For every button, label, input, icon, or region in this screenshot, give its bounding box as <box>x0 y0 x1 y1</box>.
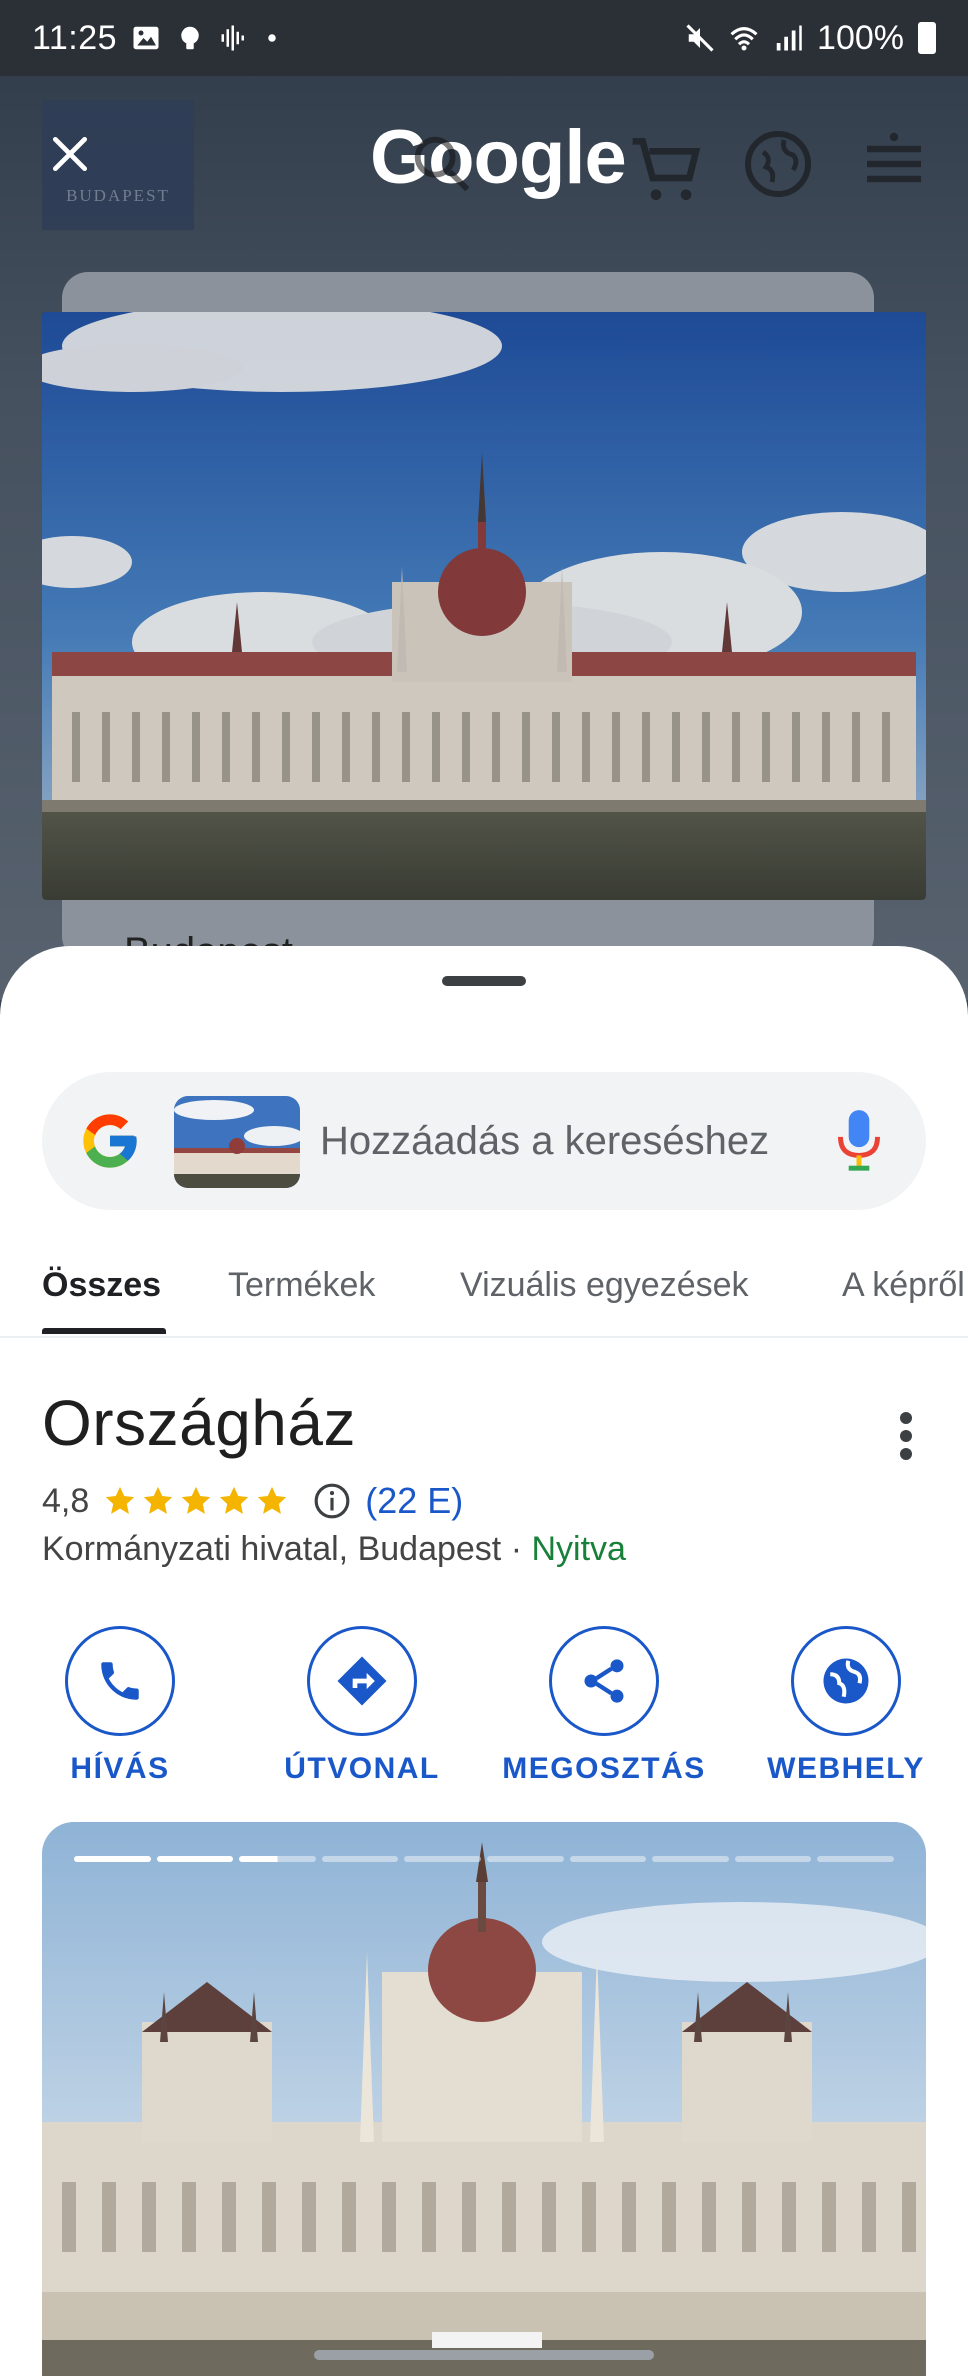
share-button[interactable]: MEGOSZTÁS <box>494 1626 714 1796</box>
website-button[interactable]: WEBHELY <box>736 1626 956 1796</box>
photo-dim-overlay <box>42 312 926 900</box>
website-globe-icon <box>823 1658 869 1704</box>
battery-percent: 100% <box>817 18 904 57</box>
mute-icon <box>686 24 714 52</box>
call-label: HÍVÁS <box>70 1752 170 1785</box>
tab-about-image[interactable]: A képről <box>842 1266 965 1305</box>
gallery-progress-segment <box>652 1856 729 1862</box>
status-bar: 11:25 100% <box>0 0 968 76</box>
place-meta: Kormányzati hivatal, Budapest · Nyitva <box>42 1530 626 1569</box>
star-icon <box>106 1486 135 1514</box>
tab-products[interactable]: Termékek <box>228 1266 375 1305</box>
gallery-progress-segment <box>734 1856 812 1862</box>
mic-icon[interactable] <box>834 1106 884 1176</box>
open-status: Nyitva <box>531 1530 626 1568</box>
more-options-icon[interactable] <box>886 1406 926 1466</box>
gallery-progress-segment <box>404 1856 481 1862</box>
menu-icon <box>867 132 921 183</box>
share-button-circle[interactable] <box>549 1626 659 1736</box>
gallery-progress-segment <box>74 1856 151 1862</box>
star-icon <box>144 1486 173 1514</box>
gallery-progress-segment <box>817 1856 894 1862</box>
share-icon <box>584 1659 624 1703</box>
voice-wave-icon <box>221 25 245 51</box>
results-sheet: Összes Termékek Vizuális egyezések A kép… <box>0 946 968 2376</box>
search-input[interactable] <box>320 1108 790 1174</box>
gallery-progress-segment <box>321 1856 399 1862</box>
gallery-progress-segment <box>486 1856 564 1862</box>
star-icon <box>258 1486 287 1514</box>
search-image-thumbnail[interactable] <box>174 1096 300 1188</box>
status-time: 11:25 <box>32 18 118 57</box>
rating-stars <box>103 1484 289 1518</box>
active-tab-indicator <box>42 1328 166 1334</box>
signal-icon <box>776 25 802 51</box>
place-title: Országház <box>42 1387 356 1459</box>
gallery-progress-segment <box>239 1856 316 1862</box>
review-count-link[interactable]: (22 E) <box>365 1480 463 1522</box>
call-button[interactable]: HÍVÁS <box>10 1626 230 1796</box>
phone-icon <box>101 1662 139 1700</box>
home-indicator[interactable] <box>314 2350 654 2360</box>
site-logo-text: BUDAPEST <box>66 186 170 205</box>
gallery-progress <box>74 1856 894 1862</box>
directions-icon <box>337 1656 387 1706</box>
background-site-header: BUDAPEST Google <box>0 76 968 246</box>
wifi-icon <box>730 27 758 51</box>
directions-button[interactable]: ÚTVONAL <box>252 1626 472 1796</box>
star-icon <box>182 1486 211 1514</box>
drag-handle[interactable] <box>442 976 526 986</box>
bulb-icon <box>181 26 199 50</box>
meta-separator: · <box>501 1530 532 1568</box>
results-tabs: Összes Termékek Vizuális egyezések A kép… <box>0 1248 968 1338</box>
directions-label: ÚTVONAL <box>284 1752 440 1785</box>
star-icon <box>220 1486 249 1514</box>
dot-icon <box>268 34 276 42</box>
tab-visual-matches[interactable]: Vizuális egyezések <box>460 1266 749 1305</box>
info-icon[interactable] <box>313 1482 351 1520</box>
cart-icon <box>632 138 701 200</box>
directions-button-circle[interactable] <box>307 1626 417 1736</box>
search-icon <box>414 136 470 192</box>
search-bar[interactable] <box>42 1072 926 1210</box>
gallery-icon <box>133 26 159 50</box>
gallery-photo[interactable] <box>42 1822 926 2376</box>
call-button-circle[interactable] <box>65 1626 175 1736</box>
battery-icon <box>918 22 936 54</box>
globe-icon <box>745 131 811 197</box>
place-category: Kormányzati hivatal, Budapest <box>42 1530 502 1568</box>
google-g-icon <box>83 1114 137 1168</box>
website-label: WEBHELY <box>767 1752 925 1785</box>
action-buttons: HÍVÁS ÚTVONAL MEGOSZTÁS WEBHELY <box>0 1626 968 1796</box>
photo-gallery[interactable] <box>42 1822 926 2376</box>
website-button-circle[interactable] <box>791 1626 901 1736</box>
tab-all[interactable]: Összes <box>42 1266 161 1305</box>
gallery-progress-segment <box>569 1856 647 1862</box>
rating-row: 4,8 (22 E) <box>42 1476 463 1526</box>
share-label: MEGOSZTÁS <box>502 1752 706 1785</box>
close-icon <box>52 136 88 172</box>
rating-value: 4,8 <box>42 1481 90 1520</box>
close-button[interactable] <box>40 124 100 184</box>
gallery-progress-segment <box>156 1856 234 1862</box>
